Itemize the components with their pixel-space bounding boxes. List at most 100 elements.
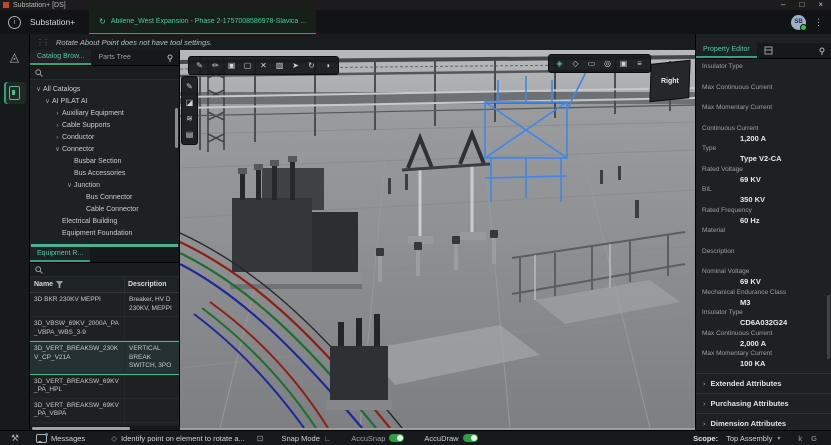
property-field[interactable]: Material <box>696 225 831 246</box>
modify-tool-icon[interactable]: ◪ <box>183 96 196 109</box>
table-row[interactable]: 3D BKR 230KV MEPPI Breaker, HV D 230KV, … <box>30 293 179 317</box>
tree-item-ai-pilat[interactable]: ∨AI PILAT AI <box>30 95 179 107</box>
chevron-right-icon[interactable]: › <box>53 134 62 141</box>
property-field[interactable]: Max Continuous Current2,000 A <box>696 328 831 349</box>
tab-secondary-icon[interactable] <box>757 43 780 58</box>
info-icon[interactable]: i <box>8 16 21 29</box>
chevron-down-icon[interactable]: ∨ <box>53 145 62 153</box>
rotate-tool-icon[interactable]: ↻ <box>305 59 318 72</box>
tree-item-junction[interactable]: ∨Junction <box>30 179 179 191</box>
property-field[interactable]: Nominal Voltage69 KV <box>696 266 831 287</box>
property-field[interactable]: BIL350 KV <box>696 184 831 205</box>
tree-item-connector[interactable]: ∨Connector <box>30 143 179 155</box>
mirror-tool-icon[interactable]: ◑ <box>321 59 334 72</box>
pan-icon[interactable]: ◇ <box>569 57 582 70</box>
window-area-icon[interactable]: ▣ <box>617 57 630 70</box>
minimize-button[interactable]: – <box>781 0 785 10</box>
property-field[interactable]: Rated Frequency60 Hz <box>696 205 831 226</box>
property-field[interactable]: Insulator Type <box>696 61 831 82</box>
property-field[interactable]: Continuous Current1,200 A <box>696 123 831 144</box>
messages-button[interactable]: Messages <box>36 434 85 443</box>
move-tool-icon[interactable]: ➤ <box>289 59 302 72</box>
table-row[interactable]: 3D_VBSW_69KV_2000A_PA_VBPA_WBS_3-9 <box>30 317 179 341</box>
section-extended-attributes[interactable]: ›Extended Attributes <box>696 373 831 393</box>
delete-tool-icon[interactable]: ✕ <box>257 59 270 72</box>
drag-handle-icon[interactable]: ⋮⋮ <box>36 38 48 47</box>
prompt-detach-icon[interactable]: ⊡ <box>257 434 264 443</box>
measure-tool-icon[interactable]: ≋ <box>183 112 196 125</box>
more-menu-icon[interactable]: ⋮ <box>814 17 823 28</box>
zoom-icon[interactable]: ◎ <box>601 57 614 70</box>
fit-view-icon[interactable]: ▭ <box>585 57 598 70</box>
model-sync-icon[interactable]: ◈ <box>553 57 566 70</box>
chevron-right-icon[interactable]: › <box>53 110 62 117</box>
tree-item-equipment-foundation[interactable]: Equipment Foundation <box>30 227 179 239</box>
modeling-icon[interactable]: ◬ <box>4 46 26 68</box>
tab-catalog-browser[interactable]: Catalog Brow... <box>30 50 91 65</box>
property-field[interactable]: Max Momentary Current <box>696 102 831 123</box>
table-row-selected[interactable]: 3D_VERT_BREAKSW_230KV_CP_V21A VERTICAL B… <box>30 341 179 375</box>
tree-item-bus-accessories[interactable]: Bus Accessories <box>30 167 179 179</box>
accusnap-toggle[interactable] <box>389 434 404 442</box>
view-cube[interactable]: Right <box>649 60 690 103</box>
levels-tool-icon[interactable]: ▤ <box>183 128 196 141</box>
property-field[interactable]: Max Momentary Current100 KA <box>696 348 831 369</box>
accudraw-control[interactable]: AccuDraw <box>424 434 477 443</box>
close-button[interactable]: × <box>818 0 823 10</box>
pencil-tool-icon[interactable]: ✏ <box>209 59 222 72</box>
property-field[interactable]: Max Continuous Current <box>696 82 831 103</box>
copy-tool-icon[interactable]: ▢ <box>241 59 254 72</box>
view-more-icon[interactable]: ≡ <box>633 57 646 70</box>
column-header-name[interactable]: Name <box>30 281 124 288</box>
pin-icon[interactable] <box>166 50 179 65</box>
section-purchasing-attributes[interactable]: ›Purchasing Attributes <box>696 393 831 413</box>
property-field[interactable]: Description <box>696 246 831 267</box>
tree-item-auxiliary-equipment[interactable]: ›Auxiliary Equipment <box>30 107 179 119</box>
property-field[interactable]: Mechanical Endurance ClassM3 <box>696 287 831 308</box>
3d-viewport[interactable]: ✎ ✏ ▣ ▢ ✕ ▨ ➤ ↻ ◑ ✎ ◪ ≋ ▤ ◈ ◇ ▭ ◎ ▣ ≡ Ri… <box>180 50 695 430</box>
tree-item-busbar-section[interactable]: Busbar Section <box>30 155 179 167</box>
chevron-down-icon[interactable]: ∨ <box>65 181 74 189</box>
accudraw-toggle[interactable] <box>463 434 478 442</box>
avatar[interactable]: SB <box>791 15 806 30</box>
draw-tool-icon[interactable]: ✎ <box>183 80 196 93</box>
lock-status-icon[interactable]: k <box>798 434 802 443</box>
column-header-description[interactable]: Description <box>124 277 179 292</box>
brush-tool-icon[interactable]: ✎ <box>193 59 206 72</box>
pin-icon[interactable] <box>818 43 831 58</box>
chevron-down-icon[interactable]: ∨ <box>34 85 43 93</box>
tree-item-electrical-building[interactable]: Electrical Building <box>30 215 179 227</box>
tab-equipment-browser[interactable]: Equipment R... <box>30 247 90 262</box>
table-row[interactable]: 3D_VERT_BREAKSW_69KV_PA_HPL <box>30 375 179 399</box>
grid-status-icon[interactable]: G <box>811 434 817 443</box>
scope-dropdown[interactable]: Top Assembly ▾ <box>726 434 780 443</box>
fence-tool-icon[interactable]: ▣ <box>225 59 238 72</box>
tree-item-conductor[interactable]: ›Conductor <box>30 131 179 143</box>
chevron-right-icon[interactable]: › <box>53 122 62 129</box>
tree-item-cable-supports[interactable]: ›Cable Supports <box>30 119 179 131</box>
section-label: Purchasing Attributes <box>711 399 789 408</box>
snap-mode-button[interactable]: Snap Mode ∟ <box>282 434 332 443</box>
tree-scrollbar[interactable] <box>175 108 178 148</box>
hatch-tool-icon[interactable]: ▨ <box>273 59 286 72</box>
table-row[interactable]: 3D_VERT_BREAKSW_69KV_PA_VBPA <box>30 399 179 423</box>
substation-3d-scene[interactable] <box>180 50 695 428</box>
tools-icon[interactable]: ⚒ <box>0 433 30 444</box>
accusnap-control[interactable]: AccuSnap <box>351 434 404 443</box>
tree-item-all-catalogs[interactable]: ∨All Catalogs <box>30 83 179 95</box>
tab-property-editor[interactable]: Property Editor <box>696 43 757 58</box>
filter-icon[interactable] <box>56 281 63 288</box>
tree-item-bus-connector[interactable]: Bus Connector <box>30 191 179 203</box>
tree-item-cable-connector[interactable]: Cable Connector <box>30 203 179 215</box>
tab-parts-tree[interactable]: Parts Tree <box>91 50 137 65</box>
property-field[interactable]: TypeType V2-CA <box>696 143 831 164</box>
equipment-search-input[interactable] <box>47 264 174 275</box>
property-field[interactable]: Insulator TypeCD6A032G24 <box>696 307 831 328</box>
document-tab[interactable]: ↻ Abilene_West Expansion - Phase 2-17570… <box>89 9 316 35</box>
property-field[interactable]: Rated Voltage69 KV <box>696 164 831 185</box>
property-scrollbar[interactable] <box>827 295 830 359</box>
maximize-button[interactable]: □ <box>799 0 804 10</box>
equipment-mode-icon[interactable] <box>4 82 26 104</box>
chevron-down-icon[interactable]: ∨ <box>43 97 52 105</box>
catalog-search-input[interactable] <box>47 67 174 78</box>
